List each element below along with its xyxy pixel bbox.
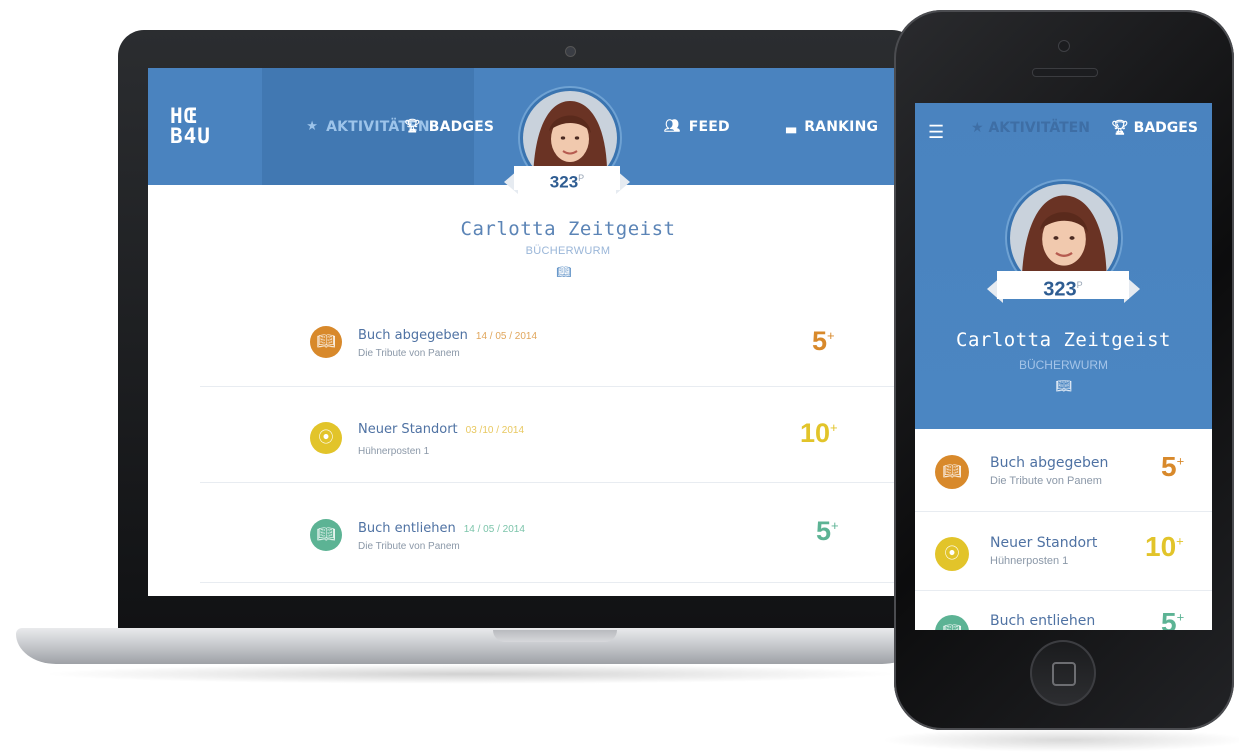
laptop-camera xyxy=(565,46,576,57)
activity-text: Neuer Standort 03 /10 / 2014 Hühnerposten… xyxy=(358,420,718,457)
book-icon: 📖︎ xyxy=(310,519,342,551)
list-item[interactable]: 📖︎ Buch abgegeben Die Tribute von Panem … xyxy=(915,443,1212,503)
tab-activities-label: AKTIVITÄTEN xyxy=(988,120,1090,136)
location-pin-icon: ⦿ xyxy=(310,422,342,454)
activity-subtitle: Die Tribute von Panem xyxy=(358,541,460,552)
activity-date: 03 /10 / 2014 xyxy=(465,425,525,436)
trophy-icon: 🏆︎ xyxy=(404,119,421,134)
points-ribbon: 323P xyxy=(514,166,620,192)
tab-badges-label: BADGES xyxy=(1133,120,1198,136)
activity-text: Buch abgegeben 14 / 05 / 2014 Die Tribute… xyxy=(358,326,718,359)
activity-points: 5+ xyxy=(1161,607,1185,630)
location-pin-icon: ⦿ xyxy=(935,537,969,571)
divider xyxy=(200,582,908,583)
profile-name: Carlotta Zeitgeist xyxy=(460,218,676,240)
activity-subtitle: Hühnerposten 1 xyxy=(358,446,430,457)
podium-icon: ▃ xyxy=(786,119,797,134)
activity-date: 14 / 05 / 2014 xyxy=(463,524,525,535)
laptop-shadow xyxy=(40,664,900,684)
book-icon: 📖︎ xyxy=(556,265,572,279)
divider xyxy=(915,590,1212,591)
activity-subtitle: Hühnerposten 1 xyxy=(990,555,1069,567)
list-item[interactable]: ⦿ Neuer Standort Hühnerposten 1 10+ xyxy=(915,523,1212,583)
book-icon: 📖︎ xyxy=(1055,378,1073,393)
laptop-base xyxy=(16,628,922,664)
tab-ranking-label: RANKING xyxy=(804,118,879,135)
phone-shadow xyxy=(880,728,1239,752)
activity-title: Neuer Standort xyxy=(358,422,458,437)
trophy-icon: 🏆︎ xyxy=(1111,120,1129,136)
logo-line-2: B4U xyxy=(170,124,211,148)
points-value: 323 xyxy=(549,172,579,192)
list-item[interactable]: ⦿ Neuer Standort 03 /10 / 2014 Hühnerpost… xyxy=(310,418,850,462)
laptop-notch xyxy=(493,630,617,642)
divider xyxy=(200,482,908,483)
tab-ranking[interactable]: ▃ RANKING xyxy=(786,68,878,185)
activity-points: 5+ xyxy=(1161,451,1185,482)
list-item[interactable]: 📖︎ Buch abgegeben 14 / 05 / 2014 Die Trib… xyxy=(310,324,850,368)
points-unit: P xyxy=(578,173,585,183)
activity-points: 10+ xyxy=(800,418,838,448)
profile-rank: BÜCHERWURM xyxy=(525,245,611,257)
tab-feed-label: FEED xyxy=(688,118,730,135)
logo-line-1: HŒ xyxy=(170,104,198,128)
activity-points: 10+ xyxy=(1145,531,1184,562)
activity-text: Buch entliehen xyxy=(990,613,1095,629)
tab-activities[interactable]: ★ AKTIVITÄTEN xyxy=(971,120,1090,136)
activity-title: Neuer Standort xyxy=(990,535,1098,551)
list-item[interactable]: 📖︎ Buch entliehen 5+ xyxy=(915,603,1212,630)
app-logo[interactable]: HŒ B4U xyxy=(170,106,240,154)
users-icon: 👥︎ xyxy=(664,119,681,134)
home-square-icon xyxy=(1052,662,1076,686)
activity-title: Buch entliehen xyxy=(358,521,456,536)
profile-name: Carlotta Zeitgeist xyxy=(956,329,1171,351)
book-icon: 📖︎ xyxy=(310,326,342,358)
star-icon: ★ xyxy=(971,120,984,136)
book-icon: 📖︎ xyxy=(935,455,969,489)
laptop-screen: HŒ B4U ★ AKTIVITÄTEN 🏆︎ BADGES 👥︎ FEED ▃… xyxy=(148,68,908,596)
tab-feed[interactable]: 👥︎ FEED xyxy=(664,68,730,185)
activity-subtitle: Die Tribute von Panem xyxy=(990,475,1102,487)
activity-subtitle: Die Tribute von Panem xyxy=(358,348,460,359)
profile-rank: BÜCHERWURM xyxy=(1018,358,1109,372)
star-icon: ★ xyxy=(306,119,319,134)
activity-points: 5+ xyxy=(816,516,839,546)
divider xyxy=(915,511,1212,512)
activity-title: Buch abgegeben xyxy=(358,328,468,343)
activity-text: Neuer Standort Hühnerposten 1 xyxy=(990,535,1097,567)
points-ribbon: 323P xyxy=(997,271,1129,301)
phone-screen: ☰ ★ AKTIVITÄTEN 🏆︎ BADGES 323P Carlotta … xyxy=(915,103,1212,630)
activity-text: Buch abgegeben Die Tribute von Panem xyxy=(990,455,1108,487)
activity-title: Buch entliehen xyxy=(990,613,1096,629)
points-value: 323 xyxy=(1043,278,1077,301)
list-item[interactable]: 📖︎ Buch entliehen 14 / 05 / 2014 Die Trib… xyxy=(310,516,850,560)
activity-date: 14 / 05 / 2014 xyxy=(475,331,538,342)
phone-camera xyxy=(1058,40,1070,52)
divider xyxy=(200,386,908,387)
activity-title: Buch abgegeben xyxy=(990,455,1109,471)
activity-text: Buch entliehen 14 / 05 / 2014 Die Tribute… xyxy=(358,519,718,552)
book-icon: 📖︎ xyxy=(935,615,969,630)
tab-badges-label: BADGES xyxy=(428,118,495,135)
menu-icon[interactable]: ☰ xyxy=(928,122,944,143)
phone-speaker xyxy=(1032,68,1098,77)
tab-badges[interactable]: 🏆︎ BADGES xyxy=(1111,120,1198,136)
tab-badges[interactable]: 🏆︎ BADGES xyxy=(404,68,494,185)
activity-points: 5+ xyxy=(812,326,835,356)
points-unit: P xyxy=(1076,280,1083,290)
